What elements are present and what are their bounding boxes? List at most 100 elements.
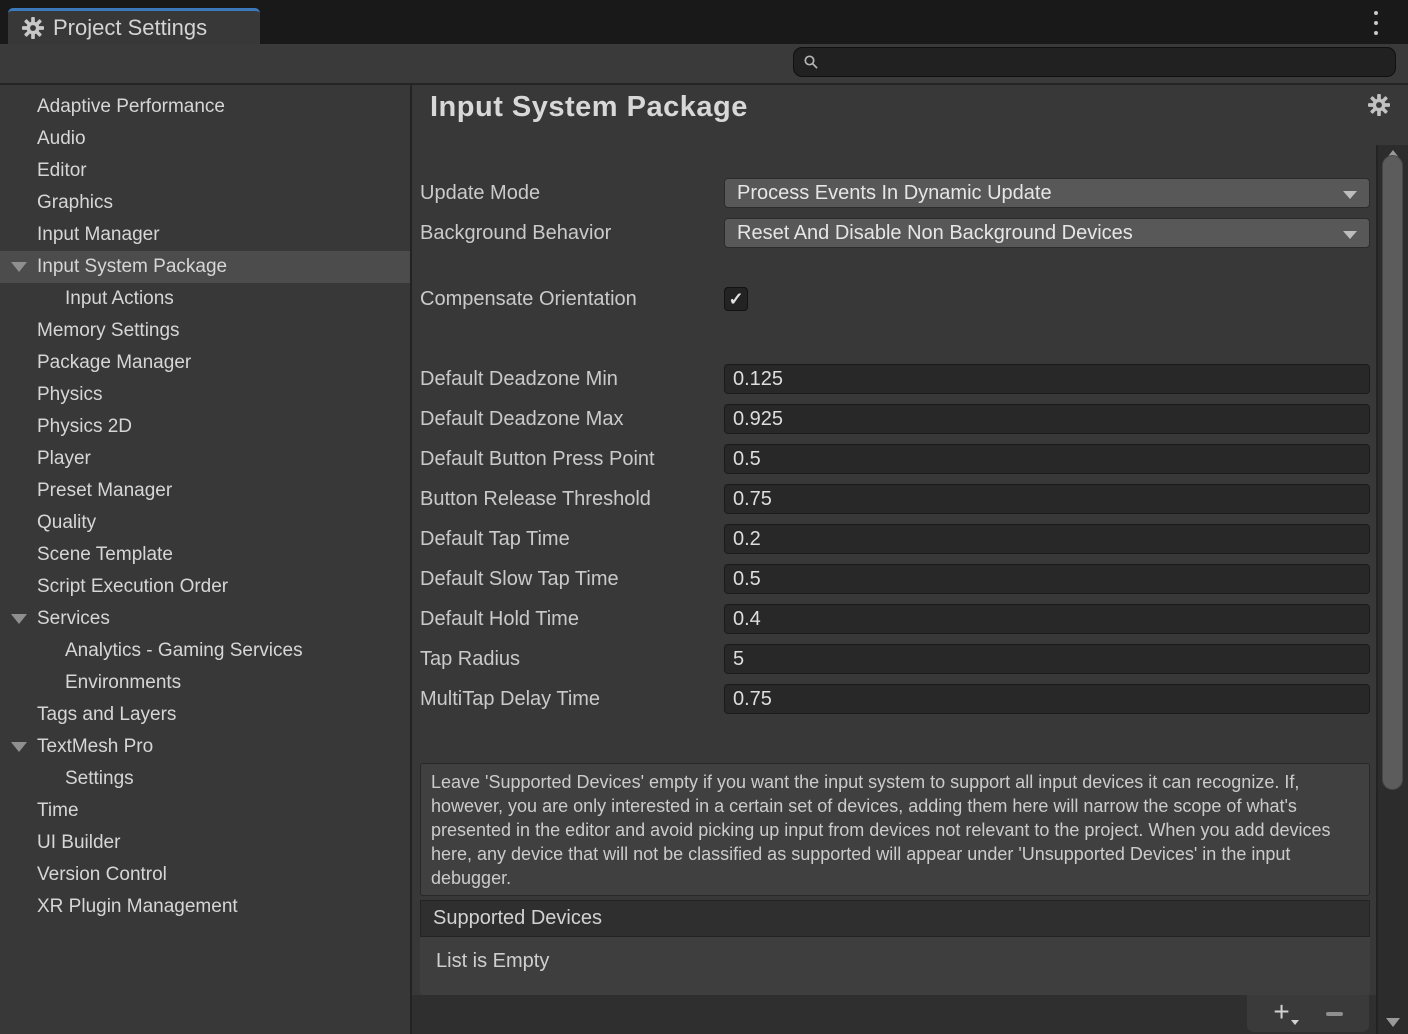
sidebar-item-memory-settings[interactable]: Memory Settings: [0, 315, 410, 347]
foldout-triangle-icon[interactable]: [11, 742, 27, 752]
field-row-compensate-orientation: Compensate Orientation ✓: [420, 287, 1370, 311]
sidebar-item-services[interactable]: Services: [0, 603, 410, 635]
page-title: Input System Package: [430, 91, 748, 123]
list-footer-area: +: [412, 995, 1376, 1034]
sidebar-item-physics-2d[interactable]: Physics 2D: [0, 411, 410, 443]
sidebar-item-script-execution-order[interactable]: Script Execution Order: [0, 571, 410, 603]
supported-devices-list: List is Empty: [420, 937, 1370, 995]
sidebar-item-tags-and-layers[interactable]: Tags and Layers: [0, 699, 410, 731]
search-box[interactable]: [793, 47, 1396, 77]
sidebar-item-ui-builder[interactable]: UI Builder: [0, 827, 410, 859]
sidebar-item-scene-template[interactable]: Scene Template: [0, 539, 410, 571]
scrollbar-thumb[interactable]: [1382, 155, 1403, 790]
panel-settings-gear-icon[interactable]: [1368, 94, 1390, 121]
window-menu-kebab-icon[interactable]: [1370, 11, 1382, 35]
list-footer: +: [1247, 995, 1369, 1032]
sidebar-item-editor[interactable]: Editor: [0, 155, 410, 187]
field-row-default-hold-time: Default Hold Time: [420, 604, 1370, 634]
field-row-default-deadzone-min: Default Deadzone Min: [420, 364, 1370, 394]
default-deadzone-max-input[interactable]: [724, 404, 1370, 434]
field-label: Compensate Orientation: [420, 288, 724, 311]
sidebar-item-graphics[interactable]: Graphics: [0, 187, 410, 219]
sidebar-item-physics[interactable]: Physics: [0, 379, 410, 411]
foldout-triangle-icon[interactable]: [11, 614, 27, 624]
sidebar-item-audio[interactable]: Audio: [0, 123, 410, 155]
number-fields-group: Default Deadzone Min Default Deadzone Ma…: [420, 364, 1370, 724]
sidebar-item-package-manager[interactable]: Package Manager: [0, 347, 410, 379]
default-hold-time-input[interactable]: [724, 604, 1370, 634]
field-label: Button Release Threshold: [420, 488, 724, 511]
default-slow-tap-time-input[interactable]: [724, 564, 1370, 594]
sidebar-item-adaptive-performance[interactable]: Adaptive Performance: [0, 91, 410, 123]
chevron-down-icon: [1343, 231, 1357, 239]
default-tap-time-input[interactable]: [724, 524, 1370, 554]
chevron-down-icon: [1343, 191, 1357, 199]
dropdown-selected-value: Process Events In Dynamic Update: [737, 182, 1052, 205]
field-label: Update Mode: [420, 182, 724, 205]
field-row-button-release-threshold: Button Release Threshold: [420, 484, 1370, 514]
panel-header: Input System Package: [412, 85, 1408, 145]
field-label: Default Hold Time: [420, 608, 724, 631]
field-row-default-slow-tap-time: Default Slow Tap Time: [420, 564, 1370, 594]
list-empty-label: List is Empty: [436, 950, 549, 972]
field-label: Default Tap Time: [420, 528, 724, 551]
vertical-scrollbar[interactable]: [1376, 145, 1408, 1034]
search-icon: [803, 54, 819, 70]
sidebar-item-textmesh-pro[interactable]: TextMesh Pro: [0, 731, 410, 763]
checkmark-icon: ✓: [728, 290, 743, 308]
plus-dropdown-caret-icon: [1291, 1020, 1299, 1025]
settings-form: Update Mode Process Events In Dynamic Up…: [412, 145, 1376, 1034]
field-label: Default Deadzone Min: [420, 368, 724, 391]
sidebar-item-xr-plugin-management[interactable]: XR Plugin Management: [0, 891, 410, 923]
settings-category-sidebar: Adaptive Performance Audio Editor Graphi…: [0, 85, 412, 1034]
update-mode-dropdown[interactable]: Process Events In Dynamic Update: [724, 178, 1370, 208]
field-row-default-deadzone-max: Default Deadzone Max: [420, 404, 1370, 434]
dropdown-selected-value: Reset And Disable Non Background Devices: [737, 222, 1133, 245]
sidebar-item-time[interactable]: Time: [0, 795, 410, 827]
plus-icon: +: [1273, 996, 1289, 1027]
gear-icon: [22, 17, 44, 39]
tab-project-settings[interactable]: Project Settings: [8, 8, 260, 44]
default-deadzone-min-input[interactable]: [724, 364, 1370, 394]
sidebar-item-input-actions[interactable]: Input Actions: [0, 283, 410, 315]
sidebar-item-player[interactable]: Player: [0, 443, 410, 475]
multitap-delay-time-input[interactable]: [724, 684, 1370, 714]
sidebar-item-environments[interactable]: Environments: [0, 667, 410, 699]
field-label: MultiTap Delay Time: [420, 688, 724, 711]
settings-detail-panel: Input System Package: [412, 85, 1408, 1034]
supported-devices-title: Supported Devices: [433, 907, 602, 930]
default-button-press-point-input[interactable]: [724, 444, 1370, 474]
add-device-button[interactable]: +: [1273, 998, 1289, 1029]
sidebar-item-textmesh-settings[interactable]: Settings: [0, 763, 410, 795]
field-row-background-behavior: Background Behavior Reset And Disable No…: [420, 218, 1370, 248]
field-label: Background Behavior: [420, 222, 724, 245]
window-tab-bar: Project Settings: [0, 0, 1408, 44]
tab-title: Project Settings: [53, 15, 207, 41]
field-row-default-tap-time: Default Tap Time: [420, 524, 1370, 554]
sidebar-item-input-manager[interactable]: Input Manager: [0, 219, 410, 251]
foldout-triangle-icon[interactable]: [11, 262, 27, 272]
sidebar-item-preset-manager[interactable]: Preset Manager: [0, 475, 410, 507]
field-row-tap-radius: Tap Radius: [420, 644, 1370, 674]
field-label: Tap Radius: [420, 648, 724, 671]
search-input[interactable]: [825, 48, 1395, 76]
sidebar-item-input-system-package[interactable]: Input System Package: [0, 251, 410, 283]
sidebar-item-quality[interactable]: Quality: [0, 507, 410, 539]
remove-device-button[interactable]: [1326, 1012, 1343, 1016]
field-row-default-button-press-point: Default Button Press Point: [420, 444, 1370, 474]
field-label: Default Slow Tap Time: [420, 568, 724, 591]
background-behavior-dropdown[interactable]: Reset And Disable Non Background Devices: [724, 218, 1370, 248]
field-label: Default Button Press Point: [420, 448, 724, 471]
scroll-down-arrow-icon[interactable]: [1386, 1018, 1400, 1027]
tap-radius-input[interactable]: [724, 644, 1370, 674]
field-row-multitap-delay-time: MultiTap Delay Time: [420, 684, 1370, 714]
sidebar-item-analytics-gaming-services[interactable]: Analytics - Gaming Services: [0, 635, 410, 667]
supported-devices-header: Supported Devices: [420, 900, 1370, 937]
supported-devices-help-text: Leave 'Supported Devices' empty if you w…: [420, 763, 1370, 896]
field-label: Default Deadzone Max: [420, 408, 724, 431]
compensate-orientation-checkbox[interactable]: ✓: [724, 287, 748, 311]
button-release-threshold-input[interactable]: [724, 484, 1370, 514]
sidebar-item-version-control[interactable]: Version Control: [0, 859, 410, 891]
field-row-update-mode: Update Mode Process Events In Dynamic Up…: [420, 178, 1370, 208]
settings-toolbar: [0, 44, 1408, 85]
